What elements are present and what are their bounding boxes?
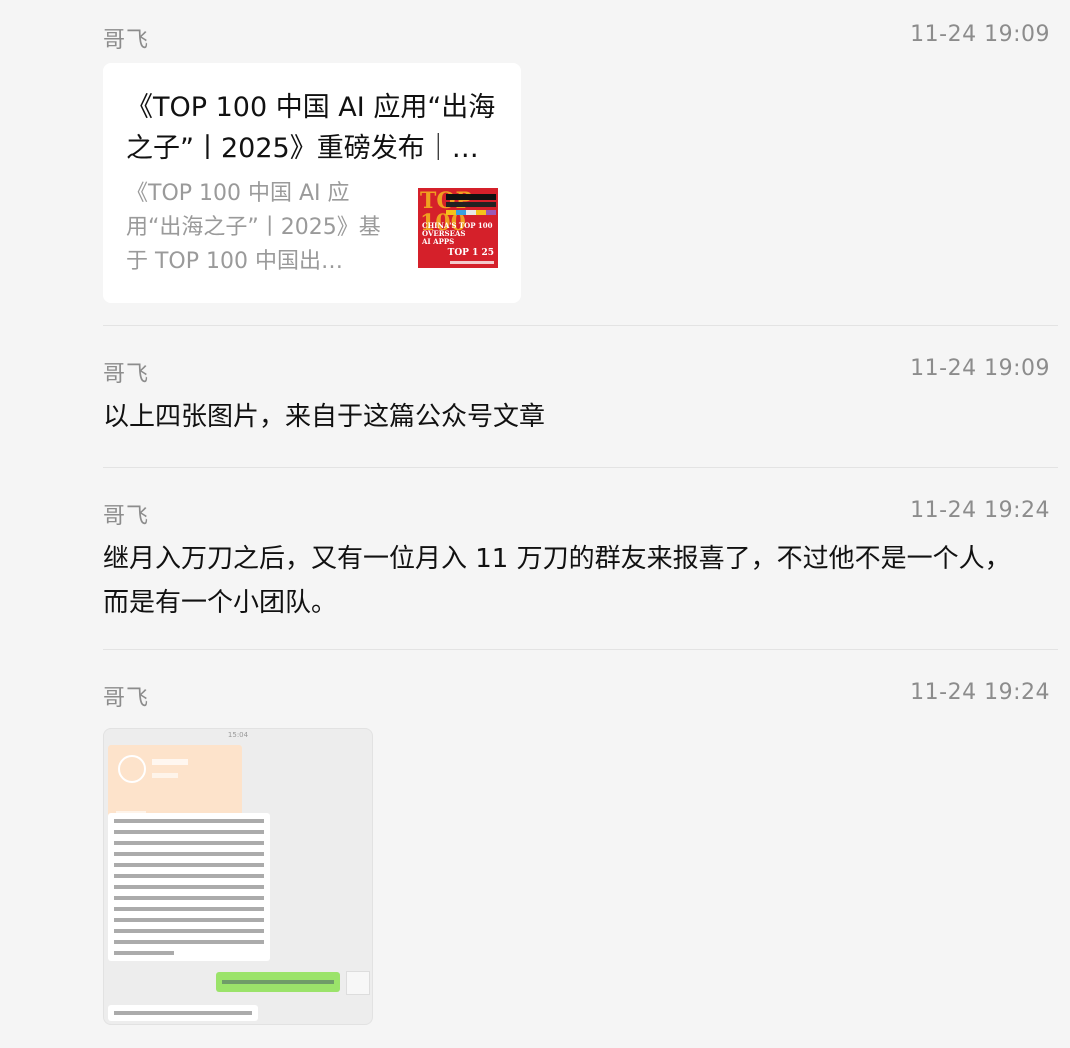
message-time: 11-24 19:09 [910,22,1050,47]
chat-bubble-text [108,1005,258,1021]
link-card-title: 《TOP 100 中国 AI 应用“出海之子”丨2025》重磅发布｜… [126,92,496,164]
message-time: 11-24 19:09 [910,356,1050,381]
thumbnail-subtitle: CHINA'S TOP 100 OVERSEAS AI APPS [422,221,493,246]
message-2: 哥飞 11-24 19:09 以上四张图片，来自于这篇公众号文章 [0,340,1070,460]
message-divider [103,325,1058,326]
link-card-thumbnail: TOP 100 CHINA'S TOP 100 OVERSEAS AI APPS … [418,188,498,268]
message-text: 继月入万刀之后，又有一位月入 11 万刀的群友来报喜了，不过他不是一个人，而是有… [103,544,1011,618]
sender-name: 哥飞 [103,686,150,711]
message-divider [103,467,1058,468]
chat-bubble-text [108,813,270,961]
sender-name: 哥飞 [103,28,150,53]
message-text: 以上四张图片，来自于这篇公众号文章 [103,402,546,432]
message-divider [103,649,1058,650]
link-card-description: 《TOP 100 中国 AI 应用“出海之子”丨2025》基于 TOP 100 … [126,181,381,274]
link-card[interactable]: 《TOP 100 中国 AI 应用“出海之子”丨2025》重磅发布｜… 《TOP… [103,63,521,303]
avatar [346,971,370,995]
sender-name: 哥飞 [103,504,150,529]
thumbnail-corner-text: TOP 1 25 [447,248,494,258]
sender-name: 哥飞 [103,362,150,387]
message-3: 哥飞 11-24 19:24 继月入万刀之后，又有一位月入 11 万刀的群友来报… [0,482,1070,652]
chat-bubble-reply [216,972,340,992]
message-time: 11-24 19:24 [910,498,1050,523]
check-icon [118,755,146,783]
message-time: 11-24 19:24 [910,680,1050,705]
screenshot-image[interactable]: 15:04 [103,728,373,1025]
screenshot-time: 15:04 [227,731,249,739]
message-1: 哥飞 11-24 19:09 《TOP 100 中国 AI 应用“出海之子”丨2… [0,0,1070,320]
